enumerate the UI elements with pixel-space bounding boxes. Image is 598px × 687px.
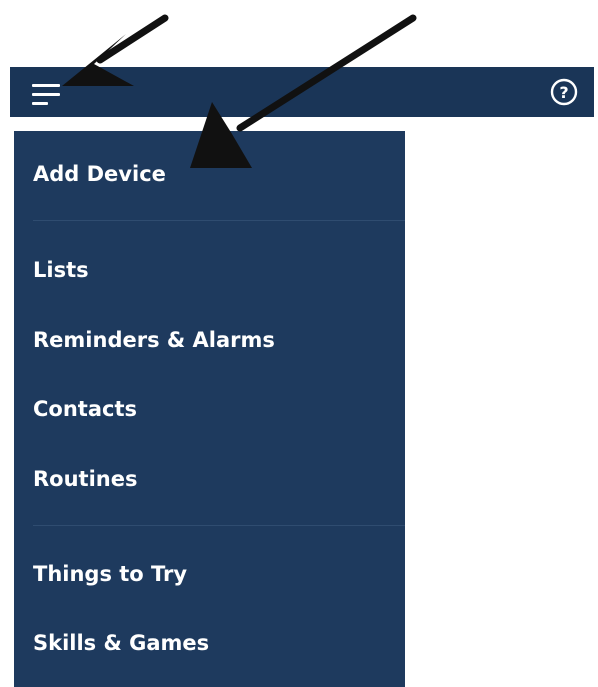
menu-divider [33,525,405,526]
help-button[interactable]: ? [548,76,580,108]
menu-item-lists[interactable]: Lists [33,257,89,283]
menu-item-reminders-alarms[interactable]: Reminders & Alarms [33,327,275,353]
app-screen: ? Add Device Lists Reminders & Alarms Co… [0,0,598,687]
help-glyph: ? [559,83,568,102]
hamburger-line [32,102,48,105]
menu-divider [33,220,405,221]
side-menu: Add Device Lists Reminders & Alarms Cont… [14,131,405,687]
help-circle-icon: ? [550,78,578,106]
menu-item-skills-games[interactable]: Skills & Games [33,630,209,656]
menu-item-routines[interactable]: Routines [33,466,137,492]
top-navigation-bar: ? [10,67,594,117]
menu-item-things-to-try[interactable]: Things to Try [33,561,187,587]
hamburger-menu-icon[interactable] [30,75,66,111]
hamburger-line [32,93,60,96]
menu-item-add-device[interactable]: Add Device [33,161,166,187]
hamburger-line [32,84,60,87]
menu-item-contacts[interactable]: Contacts [33,396,137,422]
